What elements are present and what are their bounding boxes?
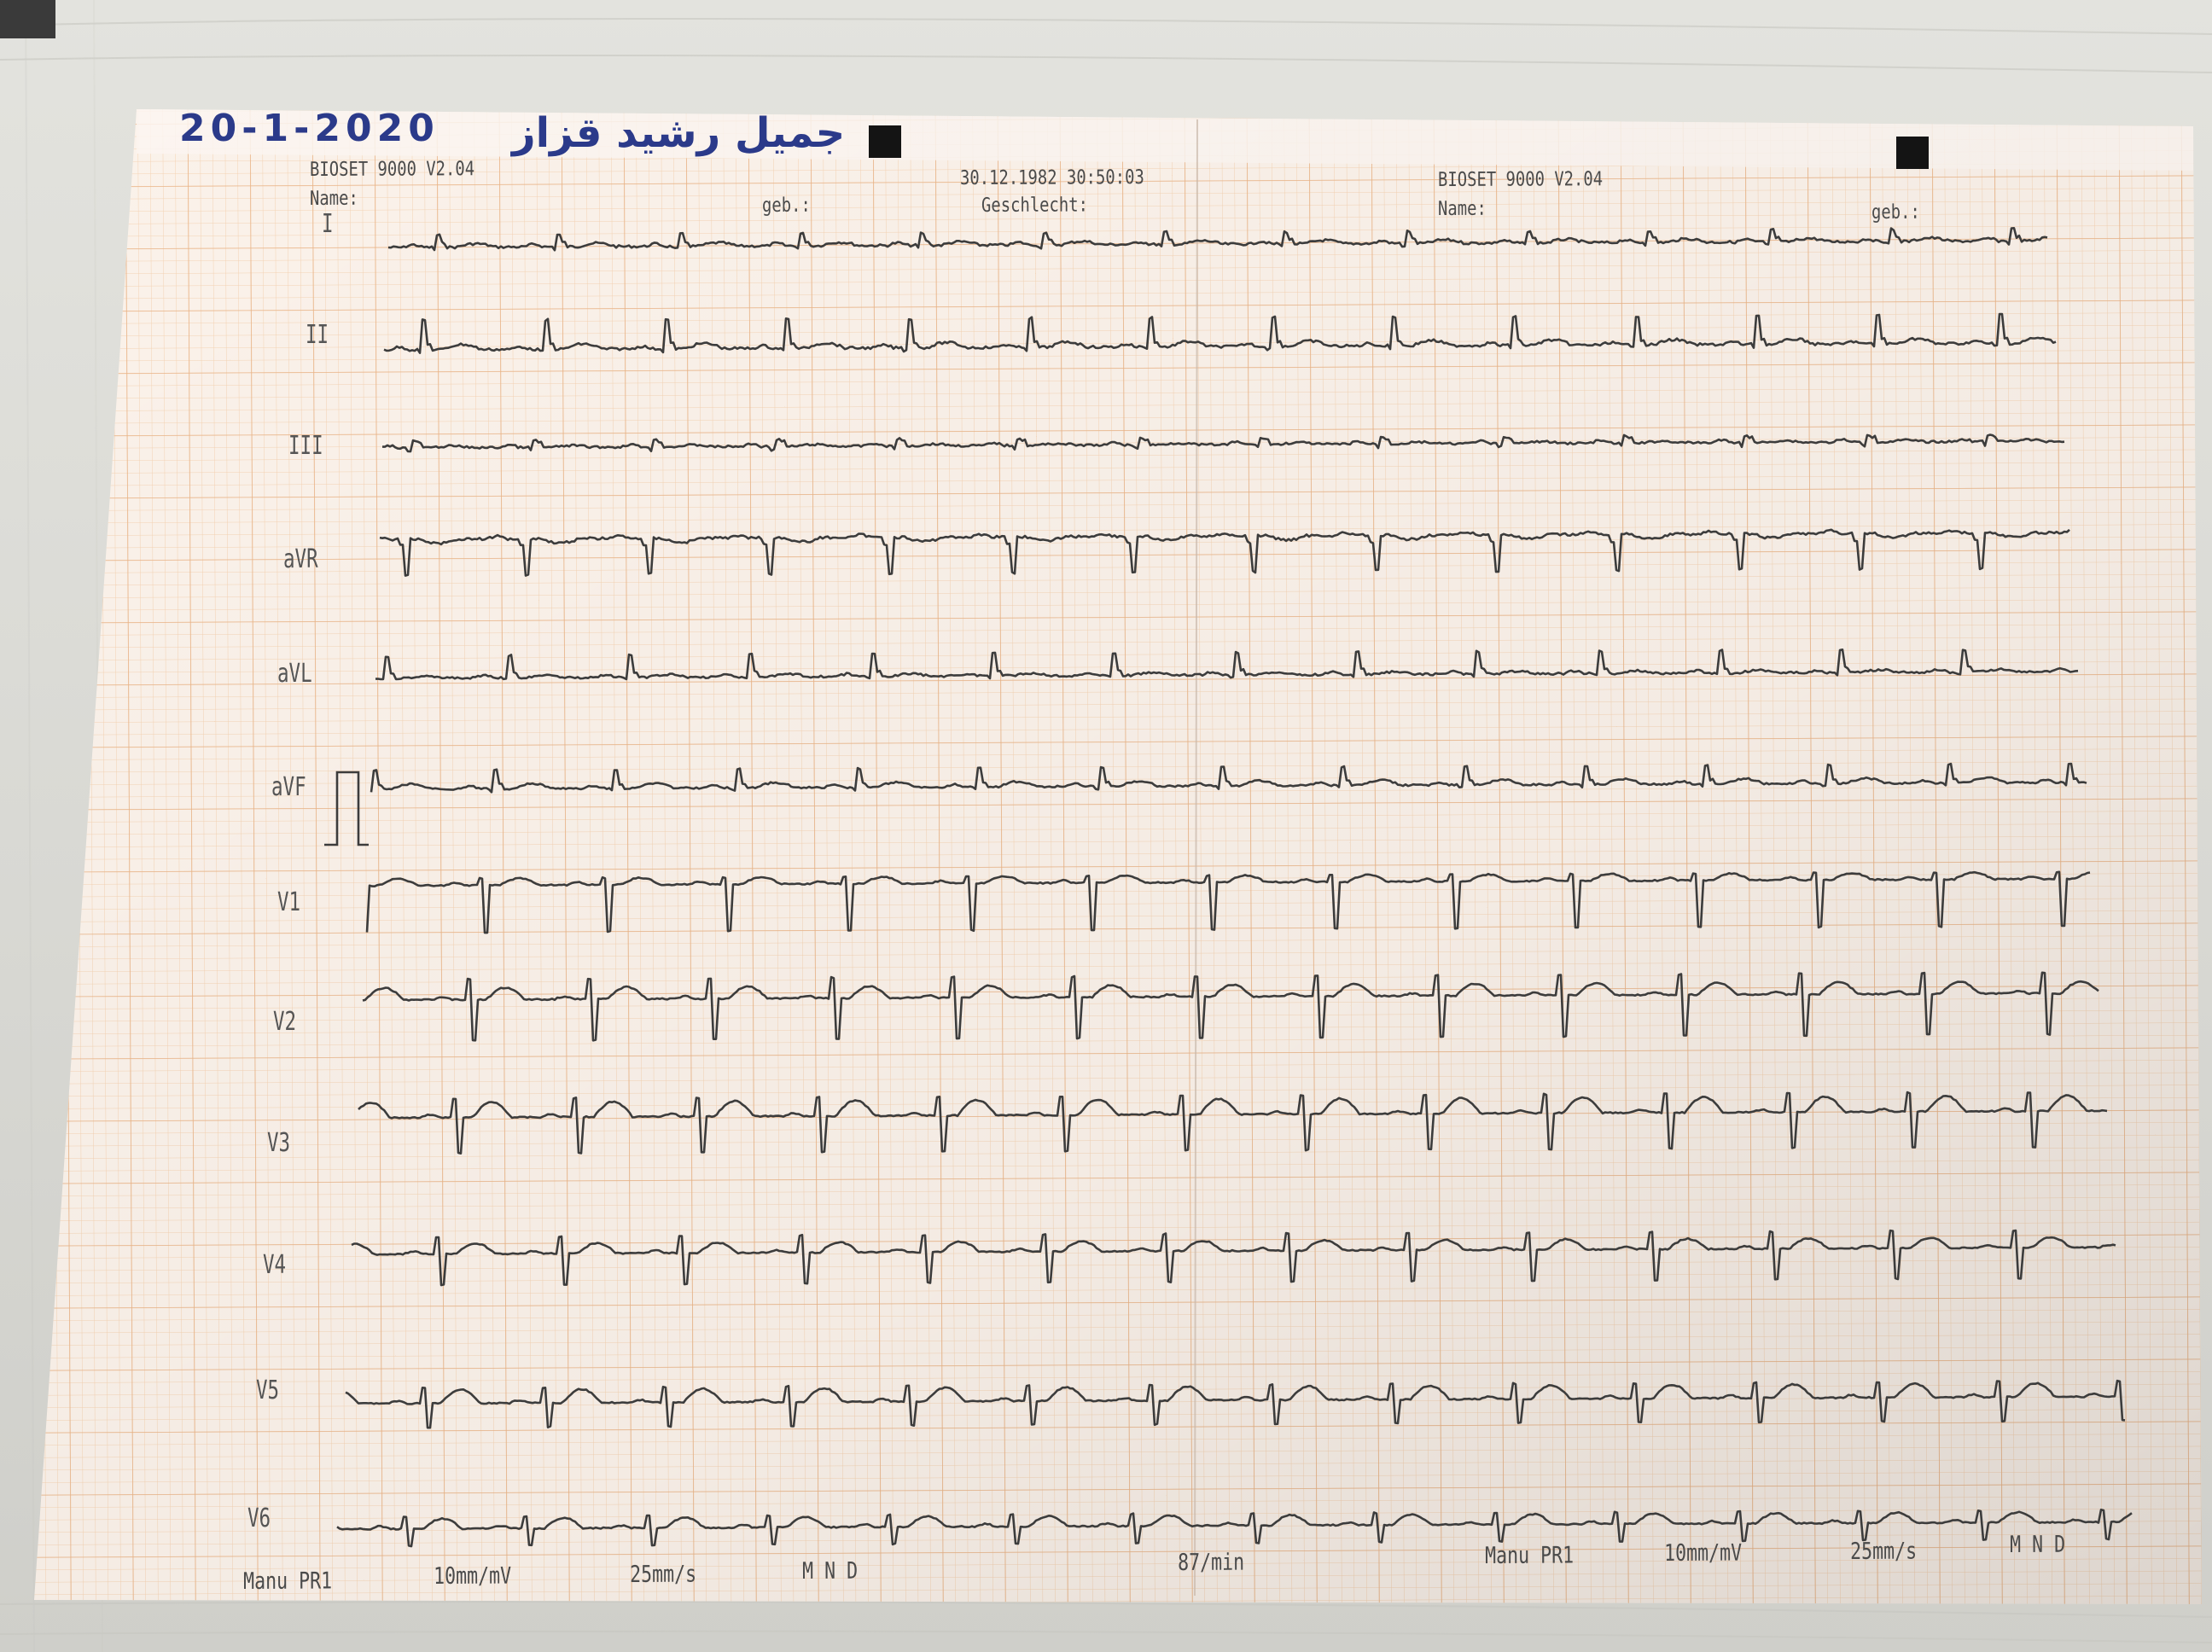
paper-shading <box>34 109 2202 1604</box>
lead-label-V5: V5 <box>256 1376 280 1405</box>
lead-label-III: III <box>288 431 323 461</box>
footer-mode-left: Manu PR1 <box>243 1568 333 1595</box>
sex-label: Geschlecht: <box>981 194 1088 217</box>
lead-label-aVL: aVL <box>277 659 312 689</box>
birth-label-left: geb.: <box>762 194 811 217</box>
ecg-photo-scene <box>0 0 2212 1652</box>
footer-speed-left: 25mm/s <box>630 1561 697 1588</box>
record-datetime: 30.12.1982 30:50:03 <box>960 166 1144 189</box>
registration-mark-left <box>869 125 901 158</box>
lead-label-V1: V1 <box>277 887 301 917</box>
lead-label-V3: V3 <box>267 1128 291 1158</box>
registration-mark-right <box>1896 137 1929 169</box>
footer-gain-left: 10mm/mV <box>434 1562 512 1590</box>
footer-filters-right: M N D <box>2010 1531 2066 1558</box>
device-label-right: BIOSET 9000 V2.04 <box>1438 168 1604 191</box>
desk-object-corner <box>0 0 55 38</box>
lead-label-V2: V2 <box>273 1007 297 1037</box>
handwritten-patient-name: جميل رشيد قزاز <box>512 109 846 157</box>
name-label-left: Name: <box>310 187 358 210</box>
heart-rate: 87/min <box>1178 1549 1245 1576</box>
footer-gain-right: 10mm/mV <box>1664 1539 1743 1567</box>
lead-label-aVR: aVR <box>283 544 318 574</box>
footer-speed-right: 25mm/s <box>1850 1538 1918 1565</box>
lead-label-aVF: aVF <box>271 772 306 802</box>
lead-label-I: I <box>322 209 334 239</box>
handwritten-date: 20-1-2020 <box>179 107 439 150</box>
lead-label-V6: V6 <box>247 1504 271 1533</box>
lead-label-II: II <box>306 320 329 350</box>
birth-label-right: geb.: <box>1871 201 1920 224</box>
lead-label-V4: V4 <box>263 1250 287 1280</box>
footer-filters-left: M N D <box>802 1557 859 1585</box>
footer-mode-right: Manu PR1 <box>1485 1542 1575 1569</box>
name-label-right: Name: <box>1438 197 1487 220</box>
device-label-left: BIOSET 9000 V2.04 <box>310 158 475 181</box>
